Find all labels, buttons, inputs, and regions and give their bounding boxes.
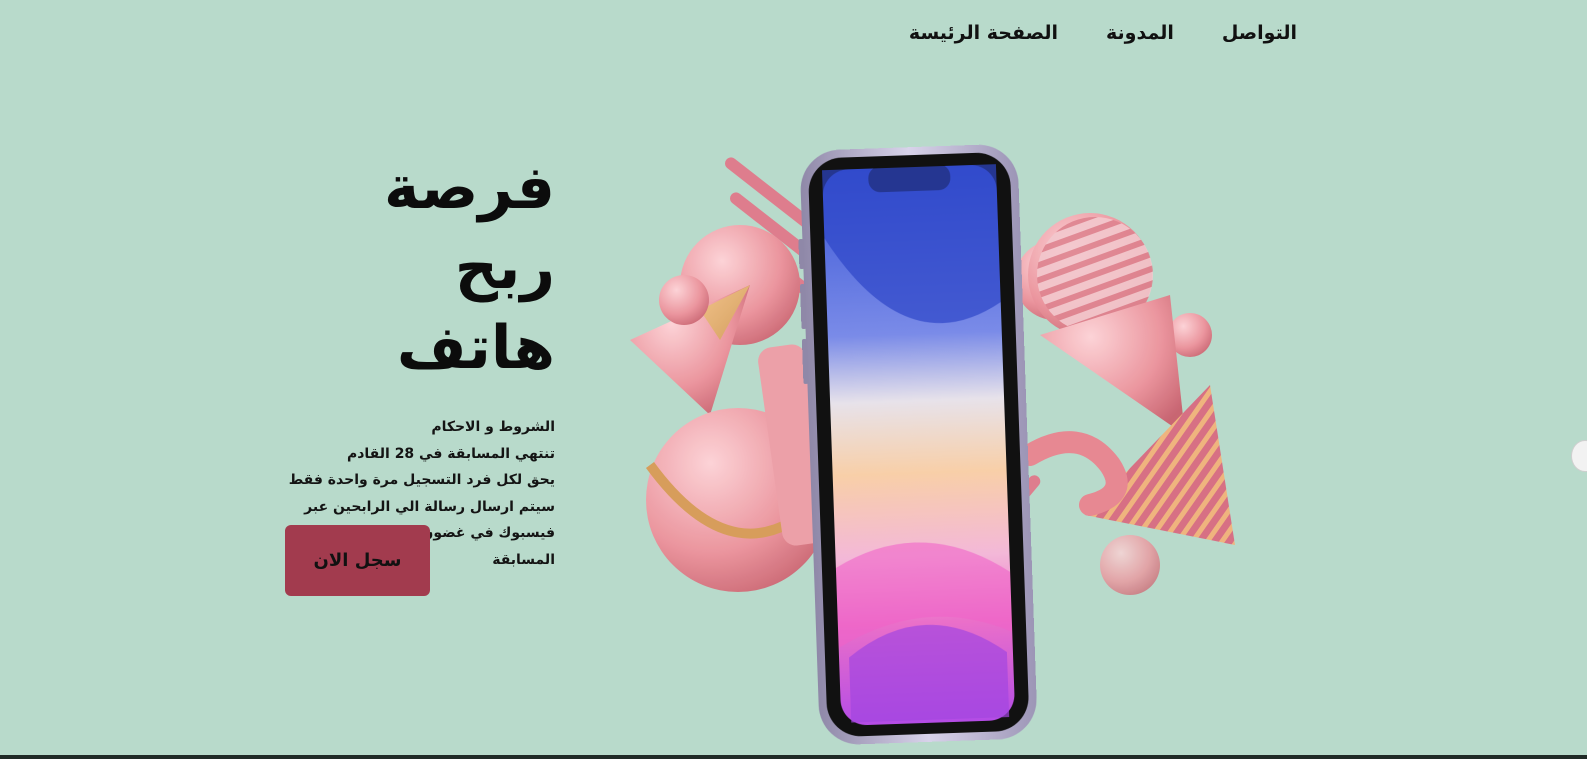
terms-heading: الشروط و الاحكام — [431, 419, 555, 435]
hero-section: فرصة ربح هاتف الشروط و الاحكام تنتهي الم… — [285, 148, 555, 573]
landing-page: التواصل المدونة الصفحة الرئيسة فرصة ربح … — [0, 0, 1587, 759]
terms-line: سيتم ارسال رسالة الي الرابحين عبر — [304, 498, 555, 515]
phone-illustration — [630, 144, 1235, 745]
scroll-handle[interactable] — [1571, 440, 1587, 472]
nav-item-home[interactable]: الصفحة الرئيسة — [909, 22, 1058, 44]
nav-item-blog[interactable]: المدونة — [1106, 22, 1174, 44]
register-now-button[interactable]: سجل الان — [285, 525, 430, 596]
top-nav: التواصل المدونة الصفحة الرئيسة — [909, 22, 1297, 44]
hero-title: فرصة ربح هاتف — [285, 148, 555, 388]
nav-item-contact[interactable]: التواصل — [1222, 22, 1297, 44]
terms-line: يحق لكل فرد التسجيل مرة واحدة فقط — [288, 472, 555, 488]
hero-title-line-1: فرصة ربح — [384, 153, 555, 303]
hero-title-line-2: هاتف — [396, 313, 555, 383]
terms-line: تنتهي المسابقة في 28 القادم — [346, 445, 555, 462]
phone — [798, 144, 1037, 745]
bottom-bar — [0, 755, 1587, 759]
